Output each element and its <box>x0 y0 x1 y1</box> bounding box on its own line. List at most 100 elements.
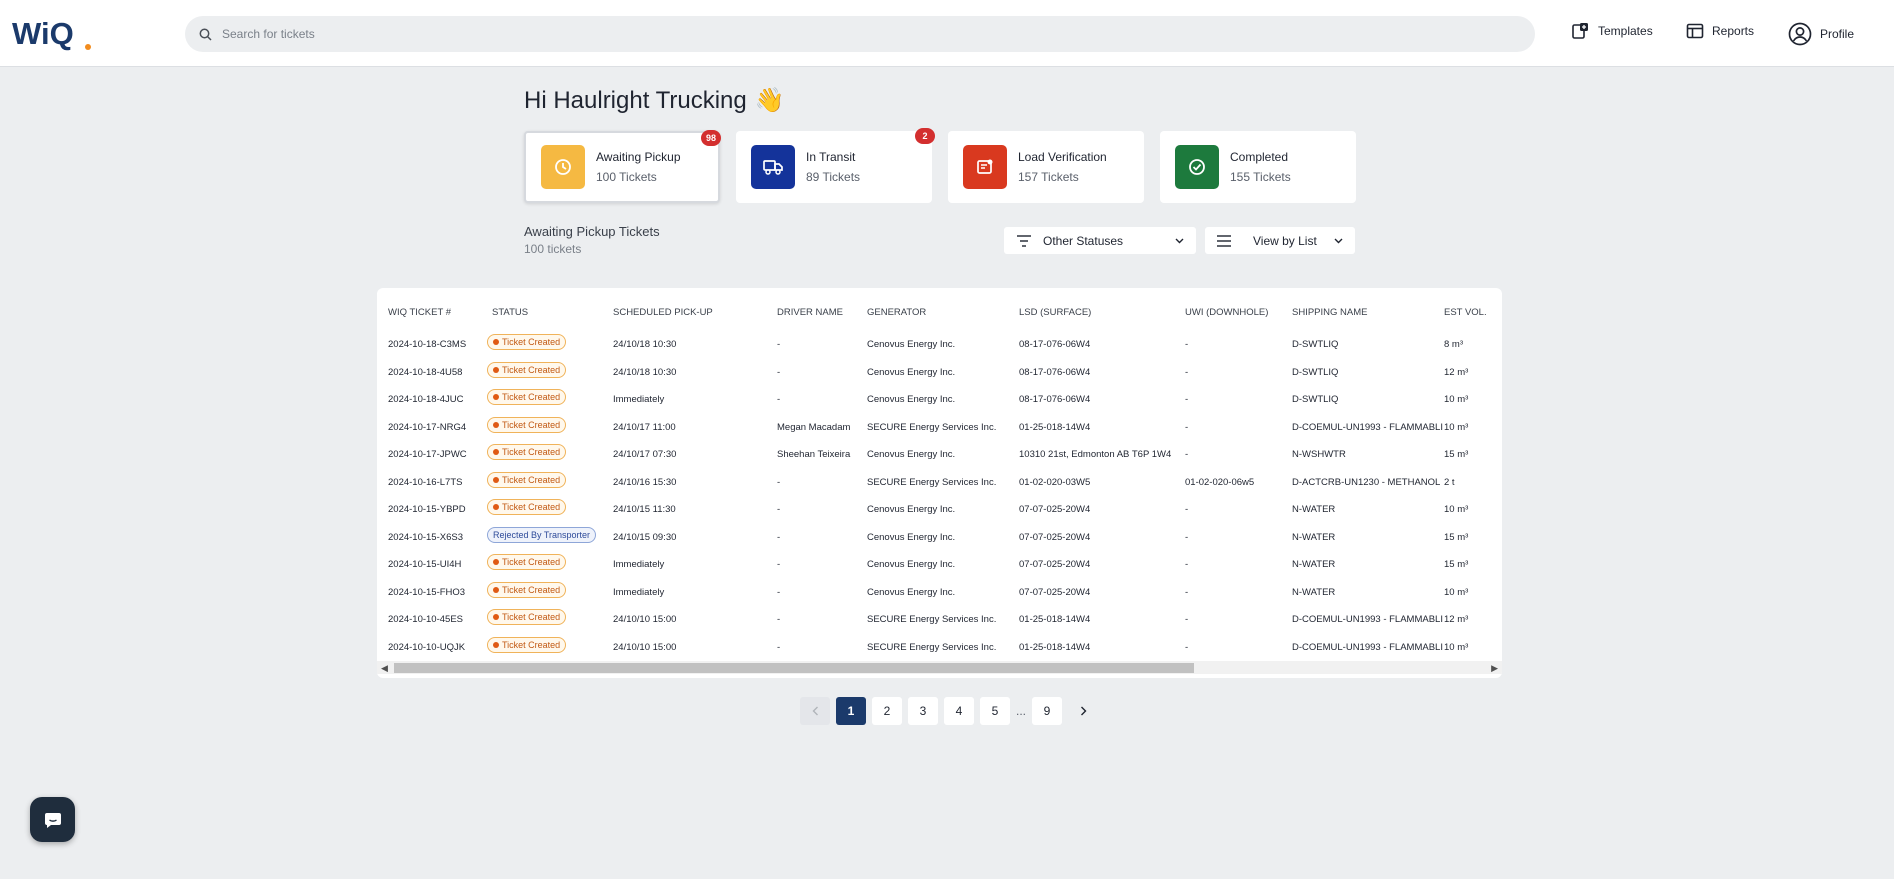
col-est-vol-cell: 2 t <box>1444 476 1455 488</box>
col-est-vol-cell: 8 m³ <box>1444 339 1463 350</box>
table-row[interactable]: 2024-10-10-UQJK Ticket Created 24/10/10 15… <box>377 636 1502 663</box>
status-label: Ticket Created <box>502 557 561 567</box>
page-button[interactable]: 1 <box>836 697 866 725</box>
scrollbar-thumb[interactable] <box>394 663 1194 673</box>
wiq-logo[interactable]: WiQ <box>12 14 92 52</box>
col-uwi-downhole-cell: - <box>1185 394 1189 405</box>
col-driver-name-cell: - <box>777 641 781 653</box>
greeting-text: Hi Haulright Trucking <box>524 86 747 114</box>
col-est-vol-cell: 12 m³ <box>1444 366 1469 378</box>
table-row[interactable]: 2024-10-15-X6S3 Rejected By Transporter 24… <box>377 526 1502 553</box>
search-bar[interactable]: Search for tickets <box>185 16 1535 52</box>
card-title: Load Verification <box>1018 150 1107 164</box>
col-est-vol-cell: 15 m³ <box>1444 531 1469 543</box>
table-row[interactable]: 2024-10-17-NRG4 Ticket Created 24/10/17 11… <box>377 416 1502 443</box>
status-filter-dropdown[interactable]: Other Statuses <box>1004 227 1196 254</box>
card-title: Awaiting Pickup <box>596 150 681 164</box>
table-row[interactable]: 2024-10-17-JPWC Ticket Created 24/10/17 07… <box>377 443 1502 470</box>
view-mode-dropdown[interactable]: View by List <box>1205 227 1355 254</box>
chat-widget-button[interactable] <box>30 797 75 842</box>
status-badge: Ticket Created <box>487 609 567 625</box>
col-scheduled-pickup-cell: 24/10/18 10:30 <box>613 366 677 378</box>
table-row[interactable]: 2024-10-18-4JUC Ticket Created Immediately… <box>377 388 1502 415</box>
card-load-verification[interactable]: Load Verification 157 Tickets <box>948 131 1144 203</box>
col-uwi-downhole-header[interactable]: UWI (DOWNHOLE) <box>1185 307 1268 318</box>
status-badge: Ticket Created <box>487 499 567 515</box>
page-button[interactable]: 5 <box>980 697 1010 725</box>
page-button[interactable]: 3 <box>908 697 938 725</box>
col-est-vol-cell: 10 m³ <box>1444 421 1469 433</box>
chevron-down-icon <box>1334 238 1343 243</box>
col-generator-header[interactable]: GENERATOR <box>867 307 926 318</box>
status-label: Ticket Created <box>502 364 561 375</box>
table-row[interactable]: 2024-10-15-FHO3 Ticket Created Immediately… <box>377 581 1502 608</box>
table-row[interactable]: 2024-10-18-4U58 Ticket Created 24/10/18 10… <box>377 361 1502 388</box>
status-dot-icon <box>493 586 499 593</box>
col-ticket-number-cell: 2024-10-17-NRG4 <box>388 421 467 433</box>
status-dot-icon <box>493 476 499 483</box>
col-lsd-surface-cell: 08-17-076-06W4 <box>1019 394 1091 405</box>
col-lsd-surface-cell: 01-25-018-14W4 <box>1019 421 1091 433</box>
status-badge: Ticket Created <box>487 444 567 460</box>
status-dot-icon <box>493 421 499 428</box>
col-driver-name-cell: - <box>777 559 781 570</box>
page-button[interactable]: 2 <box>872 697 902 725</box>
chevron-right-icon <box>1080 706 1086 716</box>
col-ticket-number-cell: 2024-10-17-JPWC <box>388 449 467 460</box>
chat-icon <box>44 812 61 828</box>
horizontal-scrollbar[interactable]: ◀ ▶ <box>377 661 1502 674</box>
status-dot-icon <box>493 449 499 455</box>
col-shipping-name-cell: N-WATER <box>1292 504 1336 515</box>
status-label: Ticket Created <box>502 392 561 402</box>
next-page-button[interactable] <box>1068 697 1098 725</box>
table-row[interactable]: 2024-10-10-45ES Ticket Created 24/10/10 15… <box>377 608 1502 635</box>
col-generator-cell: SECURE Energy Services Inc. <box>867 641 997 653</box>
col-uwi-downhole-cell: - <box>1185 531 1189 543</box>
col-scheduled-pickup-header[interactable]: SCHEDULED PICK-UP <box>613 307 713 318</box>
search-input[interactable]: Search for tickets <box>222 27 315 41</box>
card-awaiting-pickup[interactable]: Awaiting Pickup 100 Tickets 98 <box>524 130 721 203</box>
table-row[interactable]: 2024-10-16-L7TS Ticket Created 24/10/16 15… <box>377 471 1502 498</box>
scroll-right-arrow-icon[interactable]: ▶ <box>1491 663 1498 674</box>
status-label: Ticket Created <box>502 502 561 512</box>
col-generator-cell: Cenovus Energy Inc. <box>867 559 956 570</box>
col-ticket-number-header[interactable]: WIQ TICKET # <box>388 307 451 318</box>
col-lsd-surface-cell: 07-07-025-20W4 <box>1019 559 1091 570</box>
col-scheduled-pickup-cell: 24/10/16 15:30 <box>613 476 677 488</box>
status-filter-label: Other Statuses <box>1043 233 1124 248</box>
table-row[interactable]: 2024-10-18-C3MS Ticket Created 24/10/18 10… <box>377 333 1502 360</box>
filter-icon <box>1017 234 1031 247</box>
page-button[interactable]: 9 <box>1032 697 1062 725</box>
chevron-left-icon <box>812 706 818 716</box>
status-dot-icon <box>493 394 499 400</box>
col-shipping-name-cell: D-COEMUL-UN1993 - FLAMMABLI <box>1292 614 1443 625</box>
col-status-header[interactable]: STATUS <box>492 307 528 318</box>
card-title: In Transit <box>806 150 856 164</box>
col-lsd-surface-cell: 07-07-025-20W4 <box>1019 504 1091 515</box>
prev-page-button[interactable] <box>800 697 830 725</box>
col-ticket-number-cell: 2024-10-16-L7TS <box>388 476 463 488</box>
logo-text: WiQ <box>12 16 74 51</box>
card-completed[interactable]: Completed 155 Tickets <box>1160 131 1356 203</box>
col-driver-name-cell: - <box>777 586 781 598</box>
table-row[interactable]: 2024-10-15-YBPD Ticket Created 24/10/15 11… <box>377 498 1502 525</box>
page-button[interactable]: 4 <box>944 697 974 725</box>
status-label: Ticket Created <box>502 474 561 485</box>
status-dot-icon <box>493 366 499 373</box>
col-uwi-downhole-cell: - <box>1185 641 1189 653</box>
col-driver-name-header[interactable]: DRIVER NAME <box>777 307 843 318</box>
list-icon <box>1217 234 1231 247</box>
col-generator-cell: Cenovus Energy Inc. <box>867 394 956 405</box>
nav-reports[interactable]: Reports <box>1686 22 1754 40</box>
section-title: Awaiting Pickup Tickets <box>524 224 660 239</box>
nav-profile[interactable]: Profile <box>1788 22 1854 46</box>
card-in-transit[interactable]: In Transit 89 Tickets 2 <box>736 128 935 203</box>
col-est-vol-header[interactable]: EST VOL. <box>1444 307 1487 318</box>
table-row[interactable]: 2024-10-15-UI4H Ticket Created Immediately… <box>377 553 1502 580</box>
nav-templates[interactable]: Templates <box>1572 22 1653 40</box>
col-lsd-surface-header[interactable]: LSD (SURFACE) <box>1019 307 1091 318</box>
scroll-left-arrow-icon[interactable]: ◀ <box>381 663 388 674</box>
col-generator-cell: SECURE Energy Services Inc. <box>867 614 997 625</box>
status-badge: Ticket Created <box>487 554 567 570</box>
col-shipping-name-header[interactable]: SHIPPING NAME <box>1292 307 1368 318</box>
